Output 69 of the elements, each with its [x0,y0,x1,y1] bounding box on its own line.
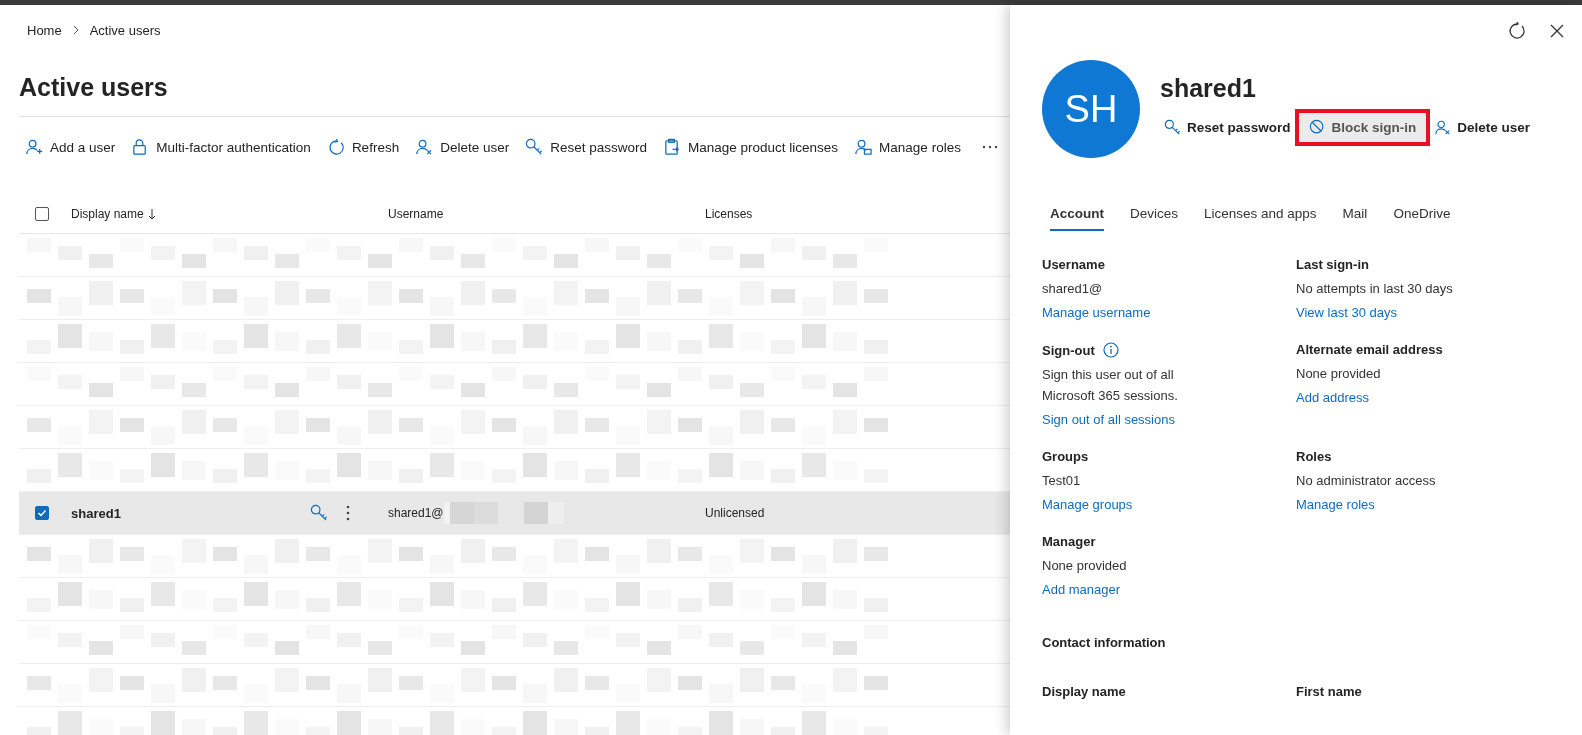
field-label: First name [1296,684,1362,699]
tab[interactable]: Devices [1130,206,1178,231]
key-icon [1164,119,1181,136]
field-label: Alternate email address [1296,342,1443,357]
toolbar-button[interactable]: Add a user [25,138,116,156]
tab[interactable]: Account [1050,206,1104,231]
table-cell: shared1@ [388,506,444,520]
link[interactable]: Manage roles [1296,497,1550,512]
link[interactable]: View last 30 days [1296,305,1550,320]
person-remove-icon [415,138,434,156]
column-header[interactable]: Display name [71,207,144,221]
field-label: Display name [1042,684,1126,699]
person-add-icon [25,138,43,156]
action-button[interactable]: Delete user [1430,113,1535,142]
person-briefcase-icon [854,138,873,156]
key-icon[interactable] [310,504,328,522]
field-label: Groups [1042,449,1089,464]
section-heading: Contact information [1042,635,1167,650]
check-icon [37,508,47,518]
toolbar-button[interactable]: Manage product licenses [663,138,839,156]
toolbar-button[interactable]: Refresh [326,138,400,156]
selected-row[interactable]: shared1 shared1@ Unlicensed [19,492,1010,535]
field-value: No attempts in last 30 days [1296,280,1454,298]
chevron-right-icon [71,25,80,35]
clipboard-icon [663,138,681,156]
more-icon[interactable] [346,505,350,521]
field-label: Sign-out [1042,342,1095,358]
field-label: Manager [1042,534,1096,549]
user-name: shared1 [1160,74,1257,103]
tab[interactable]: OneDrive [1393,206,1451,231]
table-cell-text: shared1 [70,505,122,521]
link[interactable]: Add address [1296,390,1550,405]
key-icon [525,138,544,156]
field-value: No administrator access [1296,472,1437,490]
checkbox[interactable] [35,506,49,520]
avatar: SH [1042,60,1140,158]
close-icon[interactable] [1548,22,1566,40]
field-value: None provided [1296,365,1382,383]
column-header[interactable]: Username [388,207,444,221]
field-label: Last sign-in [1296,257,1369,272]
field-value: Test01 [1042,472,1082,490]
table-cell: Unlicensed [705,506,765,520]
tab[interactable]: Licenses and apps [1204,206,1317,231]
link[interactable]: Add manager [1042,582,1296,597]
refresh-icon [326,138,345,156]
toolbar-button[interactable]: Delete user [415,138,510,156]
sort-arrow-icon [147,208,156,220]
column-header[interactable]: Licenses [705,207,753,221]
toolbar-button[interactable]: Reset password [525,138,647,156]
link[interactable]: Sign out of all sessions [1042,412,1296,427]
link[interactable]: Manage groups [1042,497,1296,512]
breadcrumb-link[interactable]: Home [27,22,62,38]
field-label: Username [1042,257,1105,272]
toolbar-button[interactable]: Manage roles [854,138,961,156]
action-button[interactable]: Reset password [1160,113,1295,142]
field-value: None provided [1042,557,1128,575]
link[interactable]: Manage username [1042,305,1296,320]
block-icon [1308,119,1326,136]
person-remove-icon [1434,119,1452,136]
tab[interactable]: Mail [1342,206,1368,231]
field-value: shared1@ [1042,280,1104,298]
more-icon[interactable] [980,144,999,150]
toolbar-button[interactable]: Multi-factor authentication [131,138,311,156]
page-title: Active users [19,73,169,103]
field-label: Roles [1296,449,1332,464]
field-value: Sign this user out of all Microsoft 365 sessions. [1042,366,1179,405]
checkbox[interactable] [35,207,49,221]
refresh-icon[interactable] [1508,22,1526,40]
breadcrumb-link[interactable]: Active users [89,22,161,38]
